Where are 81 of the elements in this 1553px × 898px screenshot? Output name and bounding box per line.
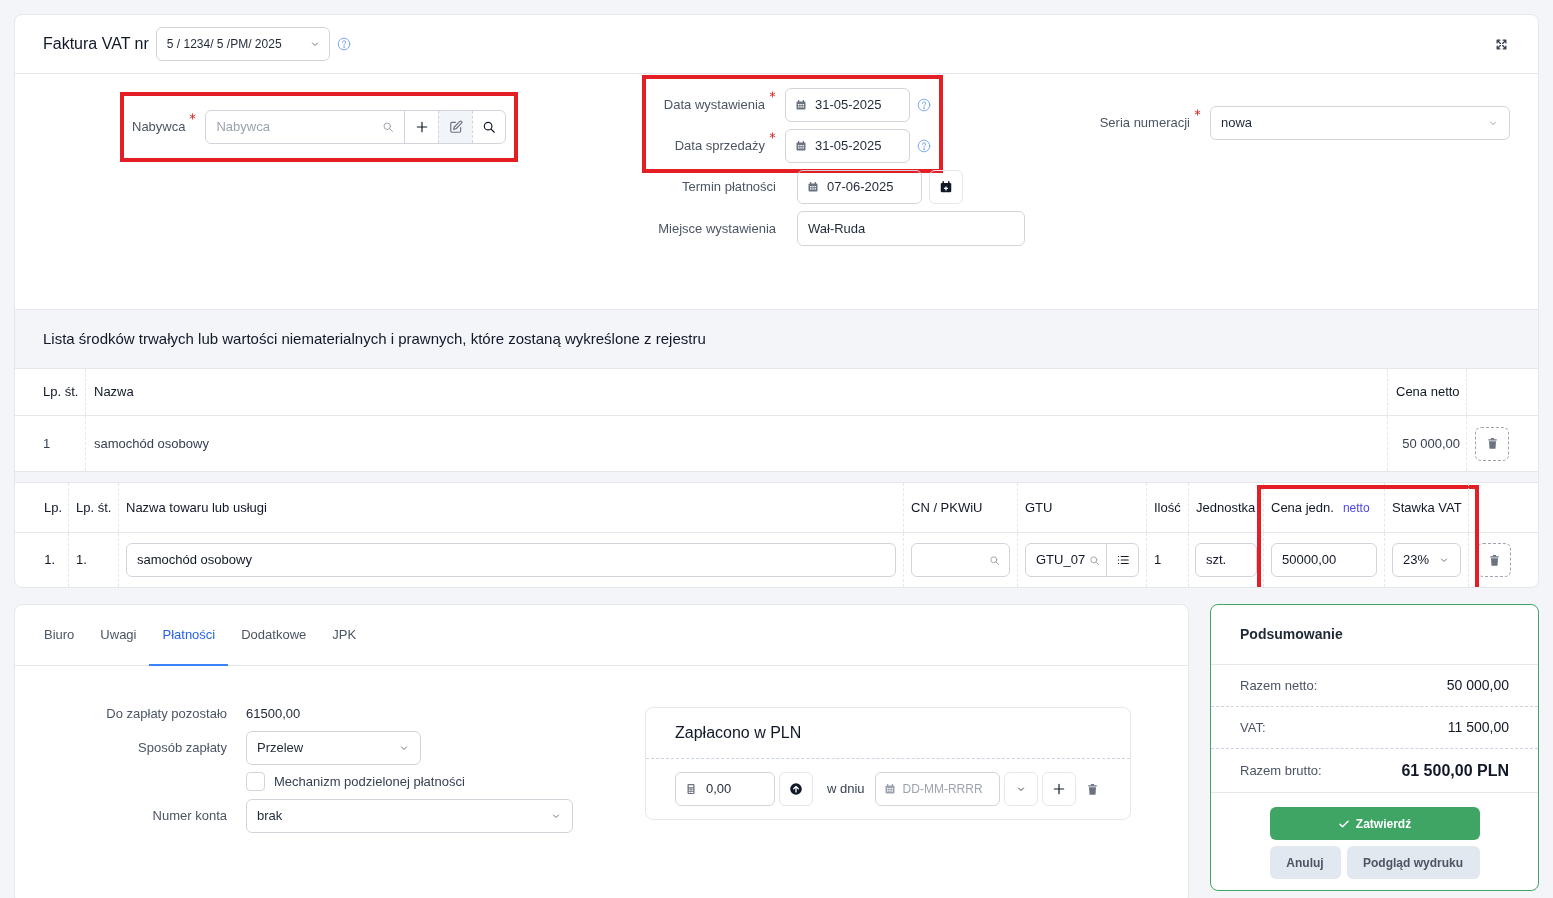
tab[interactable]: Uwagi [87, 605, 150, 666]
tab[interactable]: Płatności [149, 605, 229, 666]
price-field[interactable]: 50000,00 [1271, 543, 1377, 577]
summary-value: 50 000,00 [1446, 676, 1509, 695]
field-label: Do zapłaty pozostało [106, 706, 227, 722]
field-label: Nabywca [132, 118, 186, 137]
section-title: Lista środków trwałych lub wartości niematerialnych i prawnych, które zostaną wykreślone z rejestru [43, 328, 706, 349]
date-field[interactable]: 31-05-2025 [785, 129, 910, 163]
calculator-icon [685, 783, 697, 795]
checkbox-label: Mechanizm podzielonej płatności [274, 773, 465, 791]
search-icon [989, 554, 1000, 566]
table-cell-text: 1. [76, 551, 87, 570]
field-label: Data wystawienia [663, 96, 765, 115]
plus-icon [1051, 782, 1066, 796]
table-cell-text: 50 000,00 [1402, 434, 1460, 453]
arrow-up-icon [789, 782, 803, 796]
column-header: Lp. śt. [76, 498, 112, 517]
split-payment-checkbox[interactable] [246, 772, 265, 792]
table-cell-text: 1 [43, 434, 51, 453]
column-header: Lp. śt. [43, 383, 79, 402]
column-header: Cena netto [1396, 383, 1460, 402]
field-label: Numer konta [152, 807, 227, 823]
calendar-icon [795, 140, 807, 152]
tab[interactable]: Dodatkowe [228, 605, 320, 666]
expand-icon [1495, 37, 1508, 51]
summary-label: Razem brutto: [1240, 761, 1322, 780]
column-header: Ilość [1154, 498, 1181, 517]
column-header: Stawka VAT [1392, 498, 1462, 517]
field-label: Sposób zapłaty [138, 740, 227, 756]
calendar-add-icon [939, 180, 953, 194]
calendar-icon [883, 783, 896, 795]
column-header: Jednostka [1196, 498, 1256, 517]
date-field[interactable]: 07-06-2025 [797, 170, 922, 204]
date-label: w dniu [827, 780, 865, 799]
remaining-amount: 61500,00 [246, 705, 301, 724]
series-select[interactable]: nowa [1210, 106, 1510, 140]
calendar-icon [807, 181, 819, 193]
cn-field[interactable] [911, 543, 1010, 577]
name-field[interactable]: samochód osobowy [126, 543, 896, 577]
help-icon [336, 37, 351, 51]
column-header: CN / PKWiU [911, 498, 983, 517]
summary-label: VAT: [1240, 718, 1266, 737]
account-select[interactable]: brak [246, 798, 573, 833]
vat-select[interactable]: 23% [1392, 543, 1461, 577]
print-preview-button[interactable]: Podgląd wydruku [1346, 846, 1480, 879]
unit-field[interactable]: szt. [1195, 543, 1257, 577]
payment-method-select[interactable]: Przelew [246, 731, 421, 765]
add-button[interactable] [1041, 772, 1076, 806]
upload-button[interactable] [779, 772, 813, 806]
card-title: Podsumowanie [1240, 625, 1343, 644]
calendar-icon [795, 99, 807, 111]
netto-label: netto [1342, 499, 1370, 517]
amount-field[interactable]: 0,00 [675, 772, 775, 806]
text-field[interactable]: Wał-Ruda [797, 211, 1025, 246]
invoice-title: Faktura VAT nr [43, 34, 149, 54]
calendar-button[interactable] [929, 170, 963, 204]
trash-icon [1086, 782, 1100, 796]
table-cell-text: samochód osobowy [94, 434, 209, 453]
card-title: Zapłacono w PLN [675, 723, 802, 743]
summary-label: Razem netto: [1240, 676, 1318, 695]
column-header: Lp. [43, 498, 62, 517]
field-label: Seria numeracji [1099, 114, 1190, 133]
column-header: Cena jedn. [1271, 498, 1334, 517]
invoice-number-select[interactable]: 5 / 1234/ 5 /PM/ 2025 [155, 27, 330, 61]
tab[interactable]: Biuro [31, 605, 88, 666]
table-cell-text: 1 [1154, 551, 1162, 570]
column-header: GTU [1025, 498, 1053, 517]
column-header: Nazwa towaru lub usługi [126, 498, 267, 517]
field-label: Miejsce wystawienia [658, 219, 776, 238]
tab[interactable]: JPK [319, 605, 370, 666]
cancel-button[interactable]: Anuluj [1269, 846, 1341, 879]
table-cell-text: 1. [44, 551, 55, 570]
delete-button[interactable] [1475, 426, 1509, 461]
summary-value: 61 500,00 PLN [1401, 760, 1509, 781]
summary-value: 11 500,00 [1447, 718, 1509, 737]
field-label: Termin płatności [682, 178, 776, 197]
column-header: Nazwa [94, 383, 134, 402]
trash-icon [1487, 553, 1501, 567]
trash-icon [1485, 437, 1499, 450]
field-label: Data sprzedaży [674, 137, 765, 156]
date-field[interactable]: 31-05-2025 [785, 88, 910, 122]
